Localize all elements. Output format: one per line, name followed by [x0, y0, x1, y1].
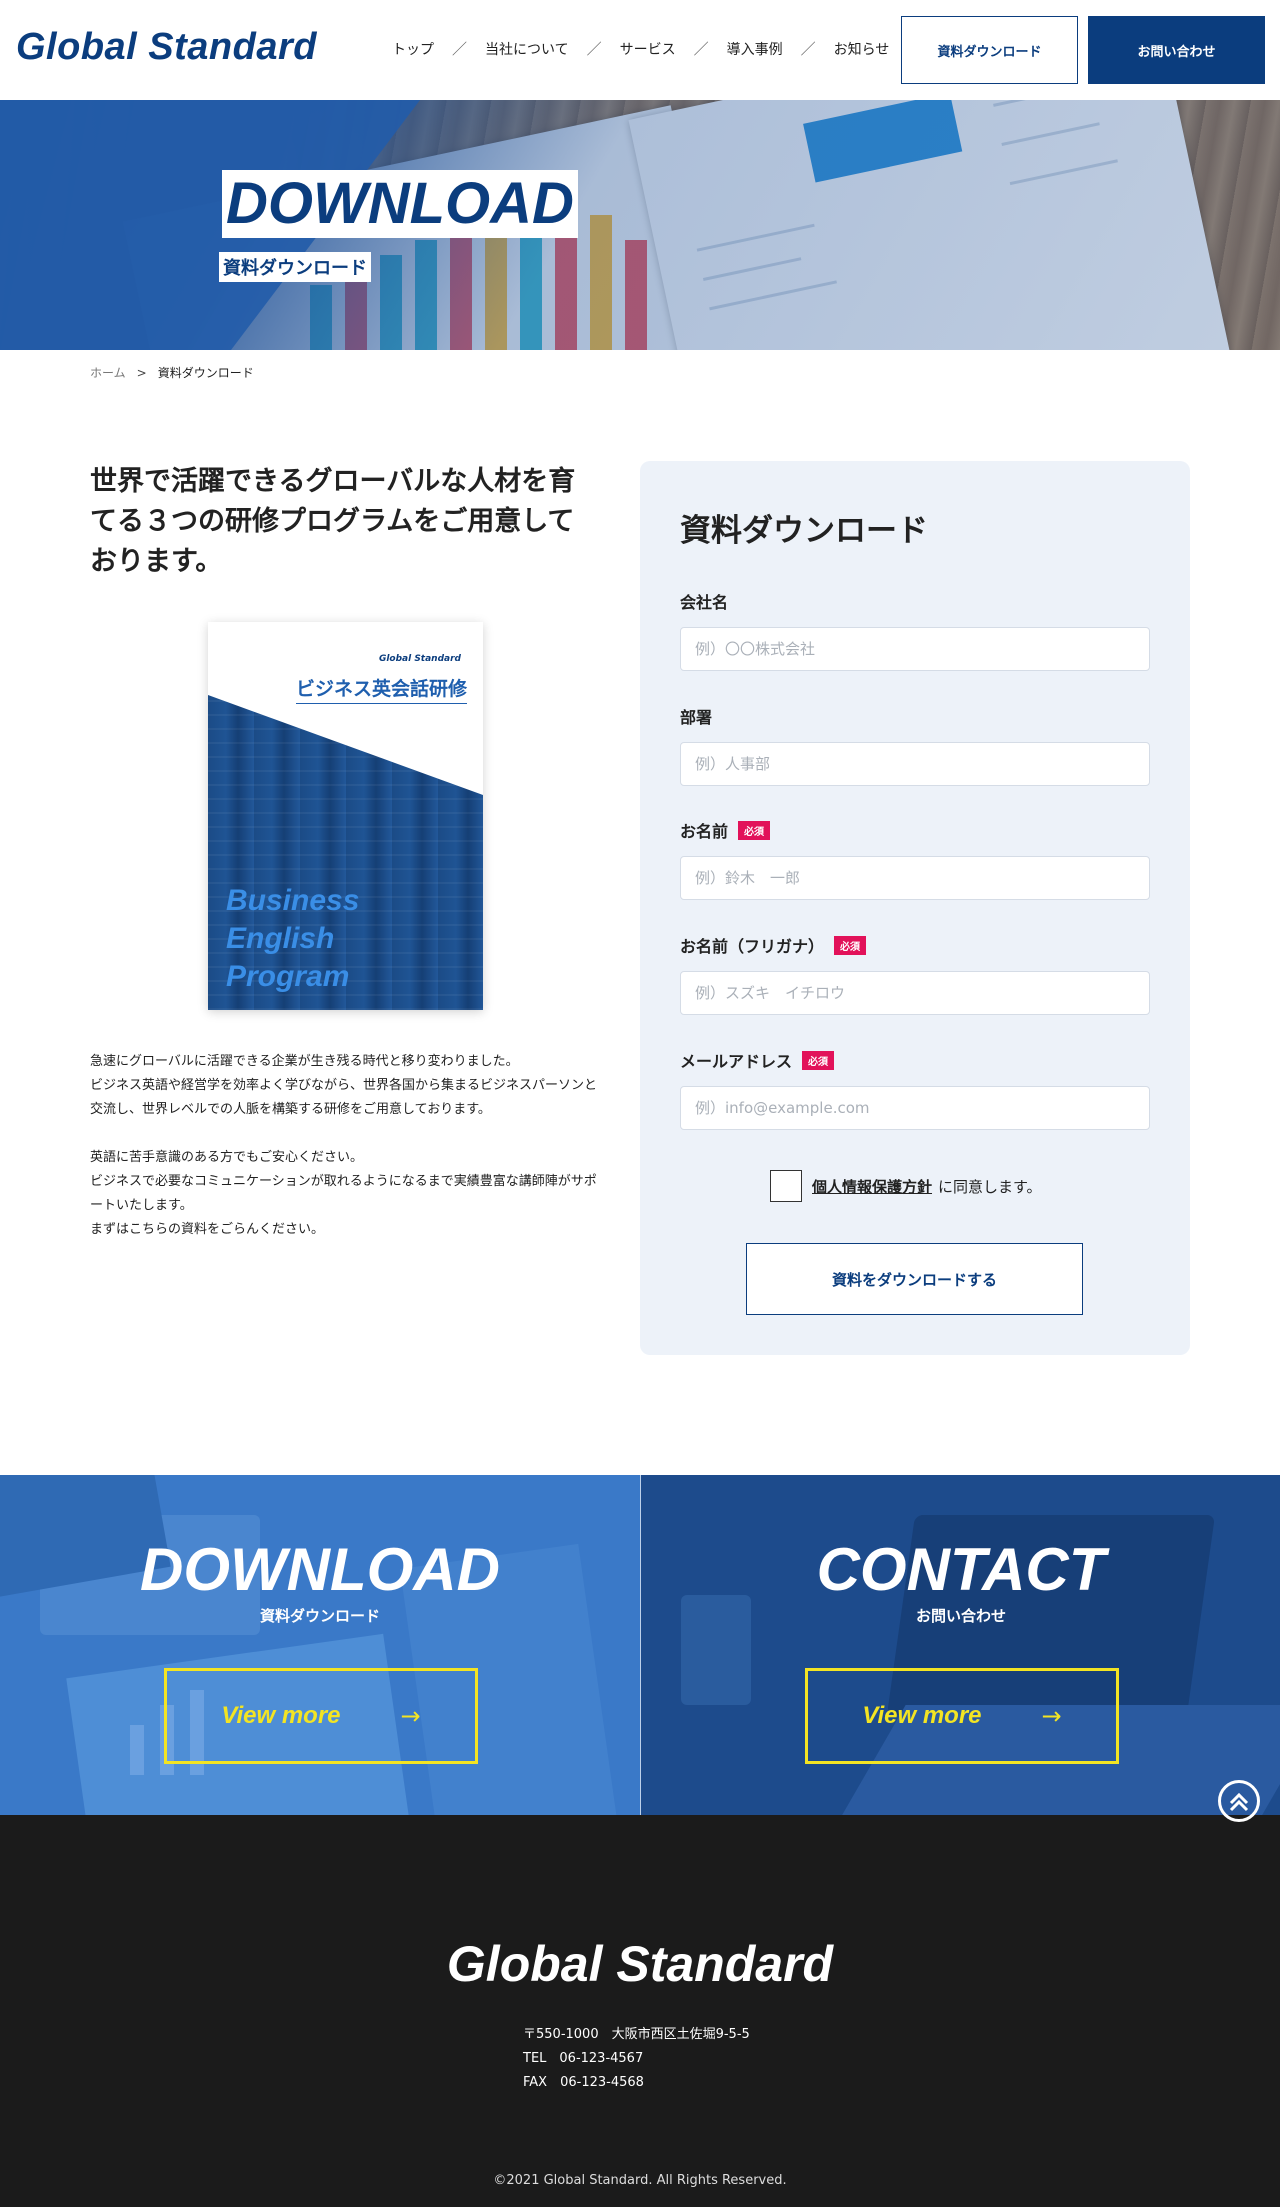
footer-fax: FAX 06-123-4568 — [523, 2075, 644, 2090]
form-title: 資料ダウンロード — [680, 513, 928, 549]
footer-address: 〒550-1000 大阪市西区土佐堀9-5-5 — [523, 2027, 750, 2042]
required-badge: 必須 — [802, 1050, 835, 1070]
chevron-up-icon — [1229, 1792, 1249, 1812]
field-company-label: 会社名 — [680, 593, 729, 612]
footer-contact-info: 〒550-1000 大阪市西区土佐堀9-5-5 TEL 06-123-4567 … — [523, 2023, 750, 2095]
nav-separator: ／ — [693, 40, 709, 58]
intro-heading: 世界で活躍できるグローバルな人材を育てる３つの研修プログラムをご用意しております… — [90, 466, 576, 577]
cta-download[interactable]: DOWNLOAD 資料ダウンロード View more → — [0, 1475, 640, 1815]
brochure-cover-image: Global Standard ビジネス英会話研修 Business Engli… — [208, 622, 483, 1010]
brochure-english-title: Business English Program — [226, 882, 426, 996]
field-name-label: お名前 — [680, 822, 729, 841]
cta-contact-subtitle: お問い合わせ — [915, 1607, 1006, 1625]
field-department: 部署 — [680, 704, 1150, 786]
field-name-kana: お名前（フリガナ） 必須 — [680, 933, 1150, 1015]
nav-item-services[interactable]: サービス — [620, 39, 676, 59]
breadcrumb-home-link[interactable]: ホーム — [90, 364, 126, 381]
field-department-label: 部署 — [680, 708, 713, 727]
nav-separator: ／ — [452, 40, 468, 58]
arrow-right-icon: → — [400, 1702, 421, 1730]
intro-paragraph: 英語に苦手意識のある方でもご安心ください。 ビジネスで必要なコミュニケーションが… — [90, 1150, 597, 1237]
nav-separator: ／ — [800, 40, 816, 58]
download-submit-button[interactable]: 資料をダウンロードする — [746, 1243, 1083, 1315]
site-logo[interactable]: Global Standard — [16, 26, 317, 69]
hero-subtitle: 資料ダウンロード — [219, 252, 371, 282]
nav-item-top[interactable]: トップ — [392, 39, 434, 59]
nav-item-cases[interactable]: 導入事例 — [727, 39, 783, 59]
field-company: 会社名 — [680, 589, 1150, 671]
nav-separator: ／ — [586, 40, 602, 58]
name-kana-input[interactable] — [680, 971, 1150, 1015]
footer-tel: TEL 06-123-4567 — [523, 2051, 644, 2066]
hero-title: DOWNLOAD — [222, 170, 578, 238]
nav-item-news[interactable]: お知らせ — [834, 39, 890, 59]
brochure-title: ビジネス英会話研修 — [295, 674, 467, 704]
cta-contact-button-label: View more — [862, 1702, 982, 1729]
name-input[interactable] — [680, 856, 1150, 900]
intro-paragraph: 急速にグローバルに活躍できる企業が生き残る時代と移り変わりました。 ビジネス英語… — [90, 1054, 598, 1117]
breadcrumb-separator: > — [136, 365, 147, 380]
cta-contact-title: CONTACT — [816, 1536, 1106, 1603]
field-email-label: メールアドレス — [680, 1052, 793, 1071]
department-input[interactable] — [680, 742, 1150, 786]
cta-contact[interactable]: CONTACT お問い合わせ View more → — [641, 1475, 1280, 1815]
hero-banner — [0, 100, 1280, 350]
cta-download-title: DOWNLOAD — [140, 1536, 500, 1603]
breadcrumb: ホーム > 資料ダウンロード — [90, 364, 254, 381]
intro-body: 急速にグローバルに活躍できる企業が生き残る時代と移り変わりました。 ビジネス英語… — [90, 1050, 600, 1266]
footer-logo[interactable]: Global Standard — [0, 1935, 1280, 1993]
privacy-consent: 個人情報保護方針 に同意します。 — [770, 1170, 1042, 1202]
global-nav: トップ ／ 当社について ／ サービス ／ 導入事例 ／ お知らせ — [392, 38, 889, 59]
cta-download-subtitle: 資料ダウンロード — [259, 1607, 380, 1625]
site-footer: Global Standard 〒550-1000 大阪市西区土佐堀9-5-5 … — [0, 1815, 1280, 2207]
brochure-brand: Global Standard — [378, 654, 461, 664]
field-name: お名前 必須 — [680, 818, 1150, 900]
cta-download-button-label: View more — [221, 1702, 341, 1729]
field-email: メールアドレス 必須 — [680, 1048, 1150, 1130]
privacy-consent-checkbox[interactable] — [770, 1170, 802, 1202]
site-header: Global Standard トップ ／ 当社について ／ サービス ／ 導入… — [0, 0, 1280, 100]
consent-text: に同意します。 — [938, 1177, 1042, 1196]
cta-contact-view-more-button[interactable]: View more → — [805, 1668, 1119, 1764]
required-badge: 必須 — [738, 820, 771, 840]
download-form: 資料ダウンロード 会社名 部署 お名前 必須 お名前（フリガナ） 必須 メールア… — [640, 461, 1190, 1355]
company-input[interactable] — [680, 627, 1150, 671]
field-name-kana-label: お名前（フリガナ） — [680, 937, 825, 956]
cta-download-view-more-button[interactable]: View more → — [164, 1668, 478, 1764]
header-download-button[interactable]: 資料ダウンロード — [901, 16, 1078, 84]
required-badge: 必須 — [834, 935, 867, 955]
brochure-english-title-text: Business English Program — [226, 884, 360, 993]
arrow-right-icon: → — [1041, 1702, 1062, 1730]
breadcrumb-current: 資料ダウンロード — [157, 366, 254, 380]
privacy-policy-link[interactable]: 個人情報保護方針 — [812, 1176, 932, 1197]
email-input[interactable] — [680, 1086, 1150, 1130]
nav-item-about[interactable]: 当社について — [485, 39, 569, 59]
footer-copyright: ©2021 Global Standard. All Rights Reserv… — [493, 2173, 787, 2188]
page-top-button[interactable] — [1218, 1780, 1260, 1822]
header-contact-button[interactable]: お問い合わせ — [1088, 16, 1265, 84]
